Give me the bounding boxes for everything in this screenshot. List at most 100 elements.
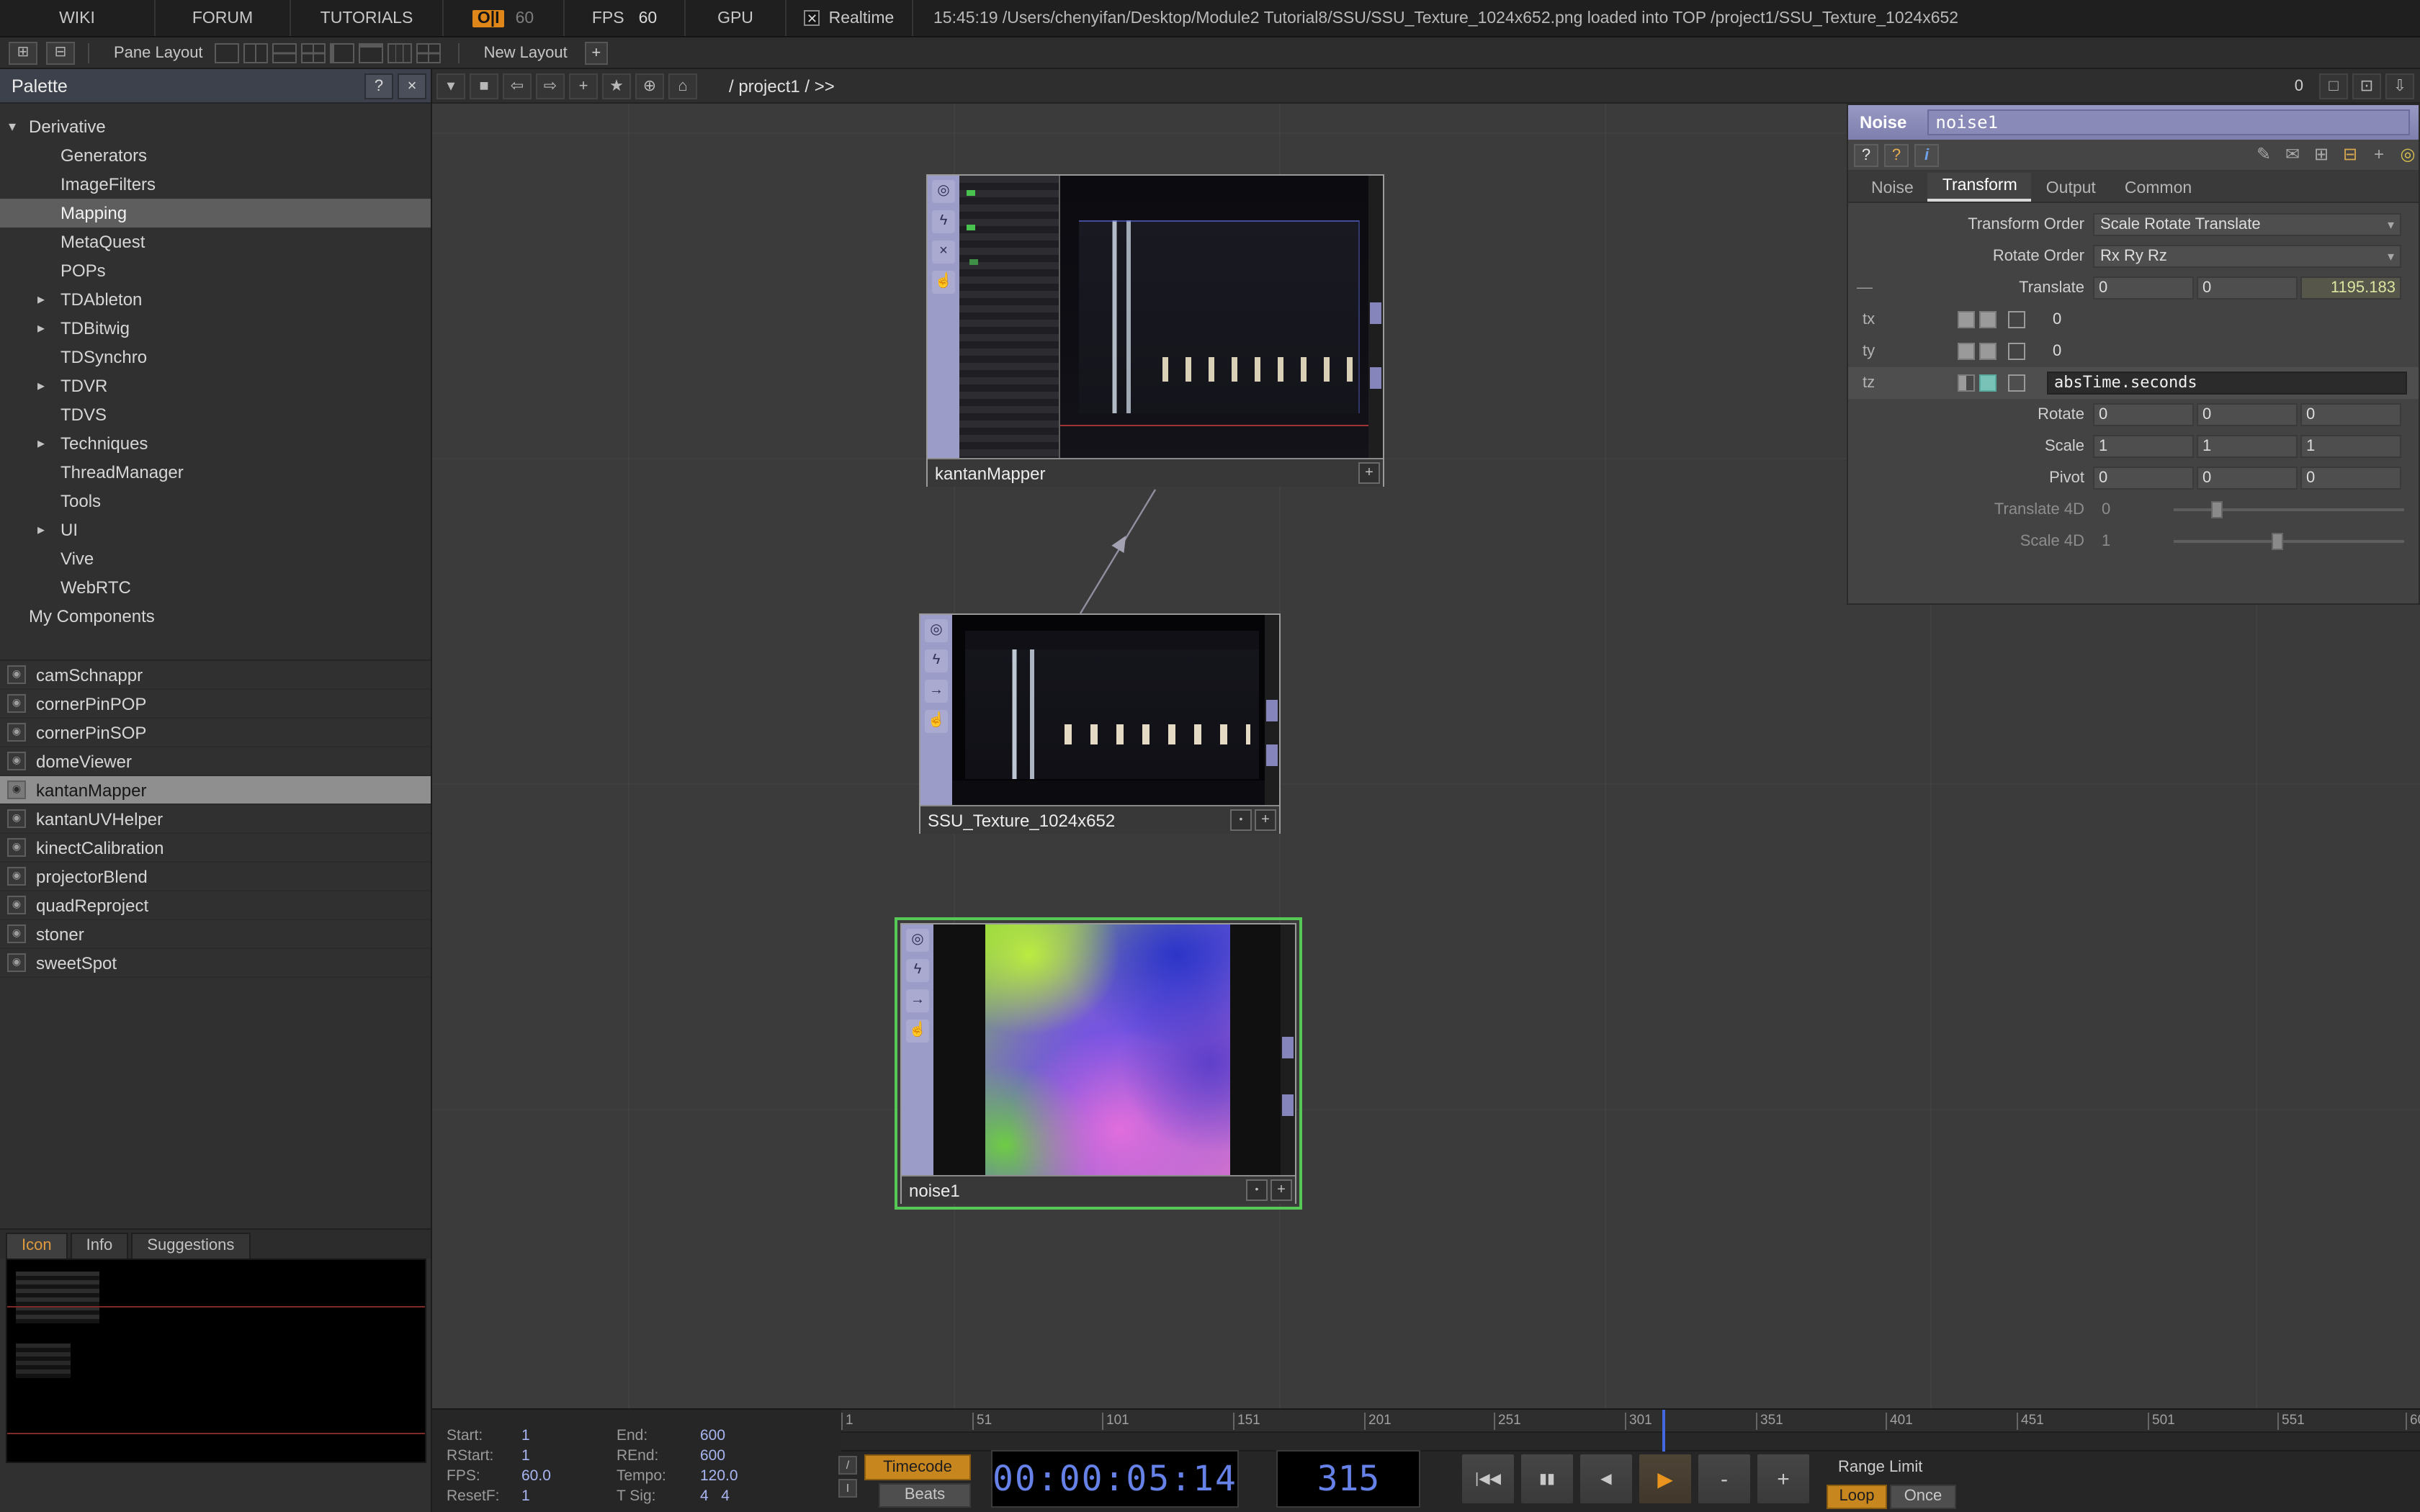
once-button[interactable]: Once [1890,1485,1956,1509]
timeline-range-bar[interactable] [841,1433,2420,1452]
export-checkbox[interactable] [2008,374,2025,392]
pick-flag-icon[interactable]: ☝ [932,271,955,294]
channel-value[interactable]: 0 [2053,343,2061,360]
back-icon[interactable]: ⇦ [503,73,532,99]
render-flag-icon[interactable]: ϟ [925,649,948,672]
component-camschnappr[interactable]: ◉camSchnappr [0,661,431,690]
output-connector[interactable] [1282,1038,1294,1059]
save-icon[interactable]: ⊟ [2339,143,2361,166]
bypass-flag-icon[interactable]: → [906,989,929,1012]
rewind-button[interactable]: |◀◀ [1461,1453,1515,1505]
chevron-right-icon[interactable]: ▸ [37,436,55,451]
node-kantanmapper[interactable]: ◎ ϟ × ☝ kantanMapper [926,174,1384,487]
image-tool-icon[interactable]: ⊞ [9,41,37,64]
palette-help-button[interactable]: ? [364,73,393,99]
pane-layout-preset[interactable] [416,42,441,63]
scale-4d-value[interactable]: 1 [2093,533,2174,550]
mode-constant-box[interactable] [1958,311,1975,328]
translate-y-field[interactable]: 0 [2197,276,2298,300]
gpu-indicator[interactable]: GPU [686,0,786,36]
chevron-right-icon[interactable]: ▸ [37,522,55,538]
add-icon[interactable]: + [2368,143,2390,166]
tree-item-vive[interactable]: Vive [0,544,431,573]
slider-handle[interactable] [2211,501,2223,518]
tab-output[interactable]: Output [2032,176,2110,202]
node-add-button[interactable]: + [1255,809,1276,831]
export-checkbox[interactable] [2008,311,2025,328]
op-name-field[interactable]: noise1 [1927,109,2410,135]
pane-layout-preset[interactable] [387,42,412,63]
home-icon[interactable]: ⌂ [668,73,697,99]
output-connector[interactable] [1370,302,1381,324]
output-connector[interactable] [1266,701,1278,722]
chevron-down-icon[interactable]: ▾ [9,119,26,135]
realtime-toggle[interactable]: ✕ Realtime [786,0,913,36]
field-value[interactable]: 1 [521,1447,617,1467]
tab-noise[interactable]: Noise [1857,176,1928,202]
tree-item-tdvr[interactable]: ▸TDVR [0,372,431,400]
mode-constant-box[interactable] [1958,374,1975,392]
slider-handle[interactable] [2272,533,2283,550]
field-value[interactable]: 600 [700,1427,830,1447]
playhead[interactable] [1662,1410,1665,1452]
field-value[interactable]: 1 [521,1488,617,1508]
pane-layout-preset[interactable] [215,42,239,63]
component-stoner[interactable]: ◉stoner [0,920,431,949]
pane-layout-preset[interactable] [243,42,268,63]
tree-item-metaquest[interactable]: MetaQuest [0,228,431,256]
pane-menu-icon[interactable]: ▾ [436,73,465,99]
translate-z-field[interactable]: 1195.183 [2300,276,2401,300]
pane-layout-preset[interactable] [301,42,326,63]
translate-4d-value[interactable]: 0 [2093,501,2174,518]
window-icon[interactable]: □ [2319,73,2348,99]
pane-layout-preset[interactable] [330,42,354,63]
menu-tutorials[interactable]: TUTORIALS [291,0,444,36]
viewer-flag-icon[interactable]: ◎ [906,929,929,952]
tree-item-tools[interactable]: Tools [0,487,431,516]
spiral-icon[interactable]: ◎ [2397,143,2419,166]
scale-x-field[interactable]: 1 [2093,435,2194,458]
edit-comment-icon[interactable]: ✎ [2253,143,2275,166]
node-comment-button[interactable]: • [1230,809,1252,831]
component-kinectcalibration[interactable]: ◉kinectCalibration [0,834,431,863]
tree-item-tdableton[interactable]: ▸TDAbleton [0,285,431,314]
menu-wiki[interactable]: WIKI [0,0,156,36]
field-value[interactable]: 4 4 [700,1488,830,1508]
pivot-x-field[interactable]: 0 [2093,467,2194,490]
tab-transform[interactable]: Transform [1928,173,2032,202]
export-checkbox[interactable] [2008,343,2025,360]
viewer-flag-icon[interactable]: ◎ [925,619,948,642]
tree-item-my-components[interactable]: My Components [0,602,431,631]
translate-x-field[interactable]: 0 [2093,276,2194,300]
field-value[interactable]: 120.0 [700,1467,830,1488]
split-window-icon[interactable]: ⊡ [2352,73,2381,99]
mode-constant-box[interactable] [1958,343,1975,360]
tab-common[interactable]: Common [2110,176,2206,202]
tab-info[interactable]: Info [71,1233,129,1259]
menu-forum[interactable]: FORUM [156,0,291,36]
output-connector[interactable] [1266,744,1278,766]
rotate-x-field[interactable]: 0 [2093,403,2194,426]
pivot-y-field[interactable]: 0 [2197,467,2298,490]
component-domeviewer[interactable]: ◉domeViewer [0,747,431,776]
tree-item-ui[interactable]: ▸UI [0,516,431,544]
chevron-right-icon[interactable]: ▸ [37,320,55,336]
help-page-icon[interactable]: ? [1884,143,1909,166]
rotate-z-field[interactable]: 0 [2300,403,2401,426]
output-connector[interactable] [1282,1095,1294,1117]
forward-icon[interactable]: ⇨ [536,73,565,99]
component-projectorblend[interactable]: ◉projectorBlend [0,863,431,891]
transform-order-menu[interactable]: Scale Rotate Translate ▾ [2093,213,2401,236]
monitor-tool-icon[interactable]: ⊟ [46,41,75,64]
help-icon[interactable]: ? [1854,143,1878,166]
add-icon[interactable]: + [569,73,598,99]
tree-item-tdsynchro[interactable]: TDSynchro [0,343,431,372]
tree-item-mapping[interactable]: Mapping [0,199,431,228]
collapse-icon[interactable]: ⇩ [2385,73,2414,99]
pivot-z-field[interactable]: 0 [2300,467,2401,490]
tree-item-tdvs[interactable]: TDVS [0,400,431,429]
viewer-flag-icon[interactable]: ◎ [932,180,955,203]
component-sweetspot[interactable]: ◉sweetSpot [0,949,431,978]
realtime-checkbox-icon[interactable]: ✕ [805,10,820,26]
mode-expression-box[interactable] [1979,374,1996,392]
